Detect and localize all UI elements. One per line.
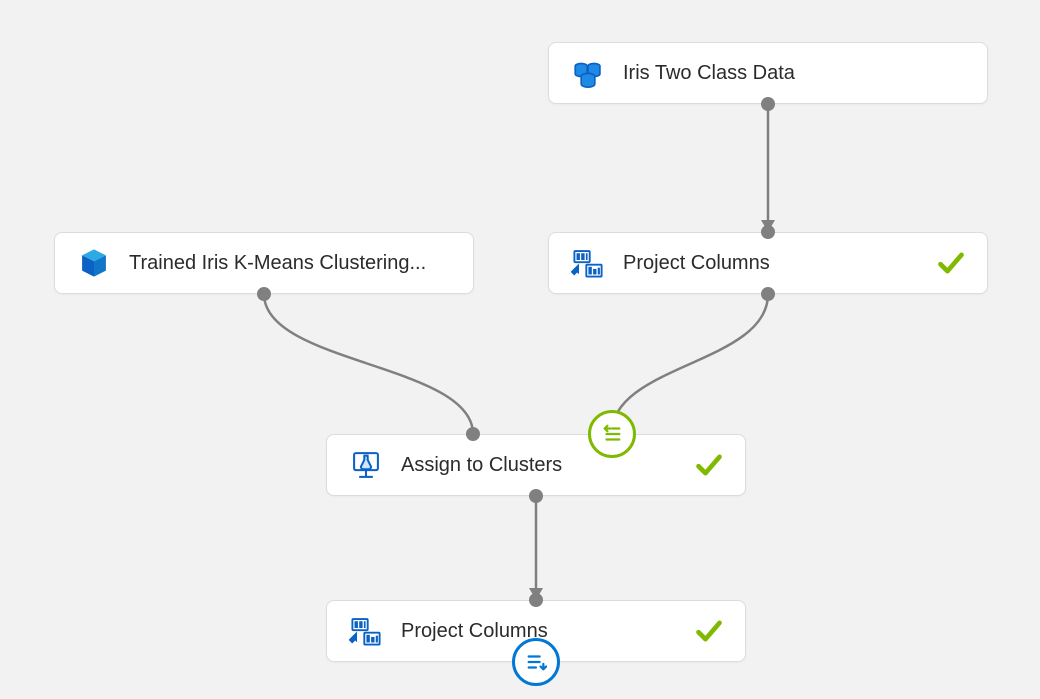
node-label: Assign to Clusters (401, 454, 683, 477)
edge-arrowhead-icon (761, 220, 775, 232)
node-label: Trained Iris K-Means Clustering... (129, 252, 451, 275)
model-cube-icon (77, 246, 111, 280)
node-label: Project Columns (623, 252, 925, 275)
pipeline-canvas[interactable]: Iris Two Class Data Trained Iris K-Means… (0, 0, 1040, 699)
node-label: Iris Two Class Data (623, 62, 965, 85)
dataset-icon (571, 56, 605, 90)
edge-arrowhead-icon (529, 588, 543, 600)
edges-layer (0, 0, 1040, 699)
status-ok-icon (695, 617, 723, 645)
output-port[interactable] (761, 287, 775, 301)
project-columns-icon (571, 246, 605, 280)
status-ok-icon (937, 249, 965, 277)
node-assign-to-clusters[interactable]: Assign to Clusters (326, 434, 746, 496)
output-port[interactable] (529, 489, 543, 503)
node-iris-two-class-data[interactable]: Iris Two Class Data (548, 42, 988, 104)
output-port[interactable] (257, 287, 271, 301)
project-columns-icon (349, 614, 383, 648)
input-port[interactable] (466, 427, 480, 441)
experiment-icon (349, 448, 383, 482)
export-badge[interactable] (512, 638, 560, 686)
rows-badge[interactable] (588, 410, 636, 458)
node-project-columns-1[interactable]: Project Columns (548, 232, 988, 294)
node-trained-kmeans-model[interactable]: Trained Iris K-Means Clustering... (54, 232, 474, 294)
output-port[interactable] (761, 97, 775, 111)
edge (264, 294, 473, 434)
edge (612, 294, 768, 434)
status-ok-icon (695, 451, 723, 479)
